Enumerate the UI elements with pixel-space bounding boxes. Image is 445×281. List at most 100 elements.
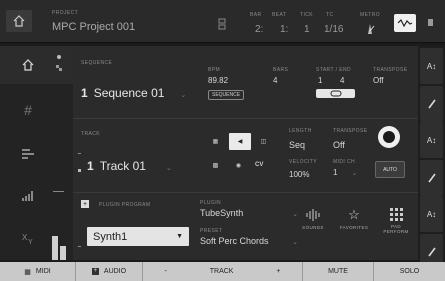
length-label: LENGTH bbox=[289, 128, 312, 134]
bpm-label: BPM bbox=[208, 67, 221, 73]
midi-label: MIDI bbox=[35, 268, 51, 275]
favorites-button[interactable]: ☆ FAVORITES bbox=[339, 208, 369, 240]
program-color-bars bbox=[52, 232, 68, 260]
hash-icon: # bbox=[24, 102, 32, 118]
grid-view-icon[interactable] bbox=[54, 54, 64, 81]
track-edit-button[interactable] bbox=[420, 160, 443, 196]
bpm-mode-button[interactable]: SEQUENCE bbox=[208, 90, 245, 100]
sounds-button[interactable]: SOUNDS bbox=[301, 208, 325, 240]
home-button[interactable] bbox=[6, 10, 32, 32]
bar-value[interactable]: 2: bbox=[255, 24, 263, 35]
svg-text:Y: Y bbox=[28, 239, 33, 245]
length-value[interactable]: Seq bbox=[289, 140, 305, 150]
keygroup-track-icon[interactable]: ◀ bbox=[229, 133, 251, 150]
menu-handle-icon[interactable] bbox=[428, 19, 433, 26]
track-dash bbox=[78, 153, 81, 154]
plugin-selector[interactable]: TubeSynth ⌄ bbox=[200, 208, 298, 218]
sidebar-item-grid[interactable]: # bbox=[18, 100, 38, 120]
seq-transpose-value[interactable]: Off bbox=[373, 76, 384, 85]
record-icon bbox=[383, 131, 395, 143]
track-nav-label: TRACK bbox=[209, 268, 234, 275]
sequence-label: SEQUENCE bbox=[81, 60, 113, 66]
audio-track-icon[interactable]: ◉ bbox=[232, 160, 245, 171]
levels-icon bbox=[22, 191, 33, 201]
pencil-icon bbox=[427, 247, 436, 257]
sidebar-dash bbox=[53, 191, 64, 192]
bpm-value[interactable]: 89.82 bbox=[208, 76, 228, 85]
tick-value[interactable]: 1 bbox=[304, 24, 310, 35]
midi-ch-value: 1 bbox=[333, 168, 338, 177]
next-track-button[interactable]: + bbox=[276, 268, 280, 275]
home-icon bbox=[13, 15, 25, 27]
program-dash bbox=[78, 246, 81, 247]
drum-track-icon[interactable]: ▦ bbox=[209, 136, 222, 147]
pencil-icon bbox=[427, 173, 436, 183]
preset-selector[interactable]: Soft Perc Chords ⌄ bbox=[200, 236, 298, 246]
wave-button[interactable] bbox=[394, 14, 416, 32]
track-type-grid: ▦ ◀ ◫ ▩ ◉ CV bbox=[203, 130, 275, 180]
mute-button[interactable]: MUTE bbox=[303, 262, 374, 281]
metronome-icon[interactable] bbox=[365, 22, 375, 40]
sequence-name: Sequence 01 bbox=[93, 86, 165, 100]
cv-track-icon[interactable]: CV bbox=[255, 162, 263, 168]
record-arm-button[interactable] bbox=[378, 126, 400, 148]
audio-tab[interactable]: + AUDIO bbox=[76, 262, 143, 281]
end-value[interactable]: 4 bbox=[340, 76, 344, 85]
right-column: A↕ A↕ A↕ bbox=[418, 46, 445, 270]
beat-value[interactable]: 1: bbox=[280, 24, 288, 35]
program-sort-button[interactable]: A↕ bbox=[420, 196, 443, 232]
track-selector[interactable]: 1 Track 01 ⌄ bbox=[87, 159, 172, 173]
midi-tab[interactable]: ▦ MIDI bbox=[0, 262, 76, 281]
sidebar: # XY bbox=[0, 46, 73, 260]
clip-track-icon[interactable]: ◫ bbox=[257, 136, 270, 147]
track-label: TRACK bbox=[81, 131, 100, 137]
solo-button[interactable]: SOLO bbox=[374, 262, 445, 281]
tick-label: TICK bbox=[300, 12, 313, 18]
loop-button[interactable] bbox=[316, 89, 355, 98]
add-program-icon[interactable]: + bbox=[81, 200, 89, 208]
xy-icon: XY bbox=[22, 233, 33, 245]
sidebar-item-levels[interactable] bbox=[18, 186, 38, 206]
list-icon bbox=[22, 149, 34, 159]
sequence-sort-button[interactable]: A↕ bbox=[420, 48, 443, 84]
plugin-program-label: PLUGIN PROGRAM bbox=[99, 202, 151, 208]
track-sort-button[interactable]: A↕ bbox=[420, 122, 443, 158]
sidebar-item-xy[interactable]: XY bbox=[18, 228, 38, 248]
plugin-track-icon[interactable]: ▩ bbox=[209, 160, 222, 171]
sounds-icon bbox=[306, 209, 320, 221]
start-end-label: START / END bbox=[316, 67, 351, 73]
project-name[interactable]: MPC Project 001 bbox=[52, 21, 135, 33]
preset-value: Soft Perc Chords bbox=[200, 236, 269, 246]
auto-button[interactable]: AUTO bbox=[375, 161, 405, 178]
velocity-value[interactable]: 100% bbox=[289, 170, 309, 179]
counter-mode-icon[interactable] bbox=[218, 17, 226, 30]
track-transpose-label: TRANSPOSE bbox=[333, 128, 368, 134]
track-number: 1 bbox=[87, 159, 94, 173]
plugin-value: TubeSynth bbox=[200, 208, 244, 218]
pad-perform-button[interactable]: PAD PERFORM bbox=[380, 208, 412, 242]
sidebar-item-list[interactable] bbox=[18, 144, 38, 164]
midi-ch-selector[interactable]: 1 ⌄ bbox=[333, 168, 357, 177]
loop-icon bbox=[330, 90, 341, 97]
program-selector[interactable]: Synth1 ▼ bbox=[87, 227, 189, 246]
chevron-down-icon: ⌄ bbox=[351, 170, 358, 177]
sidebar-item-main[interactable] bbox=[18, 55, 38, 75]
pad-grid-icon bbox=[389, 208, 403, 221]
sequence-edit-button[interactable] bbox=[420, 86, 443, 122]
start-value[interactable]: 1 bbox=[318, 76, 322, 85]
sequence-selector[interactable]: 1 Sequence 01 ⌄ bbox=[81, 86, 186, 100]
tc-value[interactable]: 1/16 bbox=[324, 24, 343, 35]
sounds-label: SOUNDS bbox=[302, 225, 324, 230]
pencil-icon bbox=[427, 99, 436, 109]
bars-value[interactable]: 4 bbox=[273, 76, 277, 85]
audio-label: AUDIO bbox=[103, 268, 127, 275]
section-divider bbox=[73, 118, 418, 119]
bar-label: BAR bbox=[250, 12, 262, 18]
track-nav: - TRACK + bbox=[143, 262, 303, 281]
program-name: Synth1 bbox=[93, 230, 128, 243]
track-transpose-value[interactable]: Off bbox=[333, 140, 345, 150]
chevron-down-icon: ⌄ bbox=[165, 165, 172, 172]
pad-perform-label: PAD PERFORM bbox=[383, 224, 409, 234]
prev-track-button[interactable]: - bbox=[164, 268, 166, 275]
bottom-bar: ▦ MIDI + AUDIO - TRACK + MUTE SOLO bbox=[0, 262, 445, 281]
